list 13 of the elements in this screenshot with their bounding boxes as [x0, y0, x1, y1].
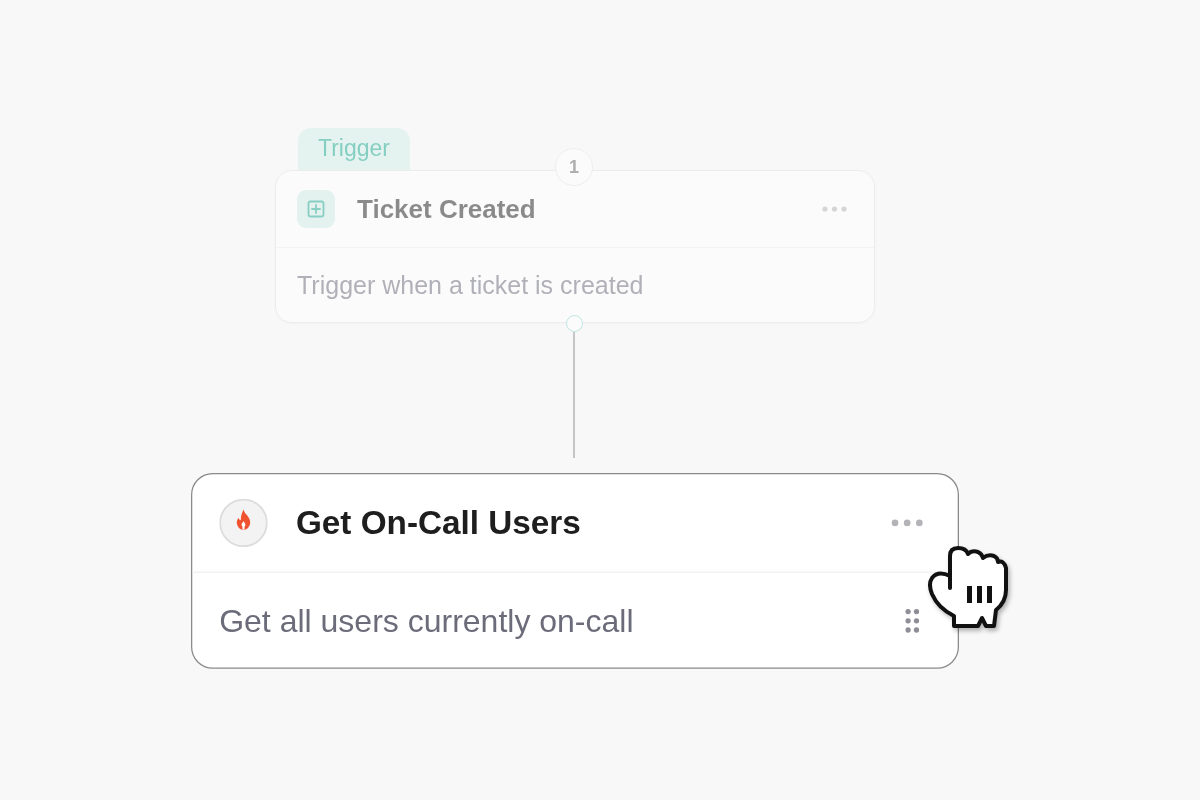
trigger-tag: Trigger [298, 128, 410, 170]
step-number: 1 [555, 148, 593, 186]
plus-square-icon [297, 190, 335, 228]
connection-port-icon[interactable] [566, 315, 583, 332]
node-description: Get all users currently on-call [219, 601, 635, 639]
more-options-icon[interactable] [822, 206, 847, 212]
workflow-node-card[interactable]: Get On-Call Users Get all users currently on-call [191, 473, 959, 669]
node-title: Ticket Created [357, 193, 537, 225]
drag-handle-icon[interactable] [905, 608, 920, 633]
node-description: Trigger when a ticket is created [297, 270, 645, 300]
flame-icon [219, 498, 268, 548]
more-options-icon[interactable] [891, 519, 924, 527]
node-title: Get On-Call Users [295, 503, 582, 543]
